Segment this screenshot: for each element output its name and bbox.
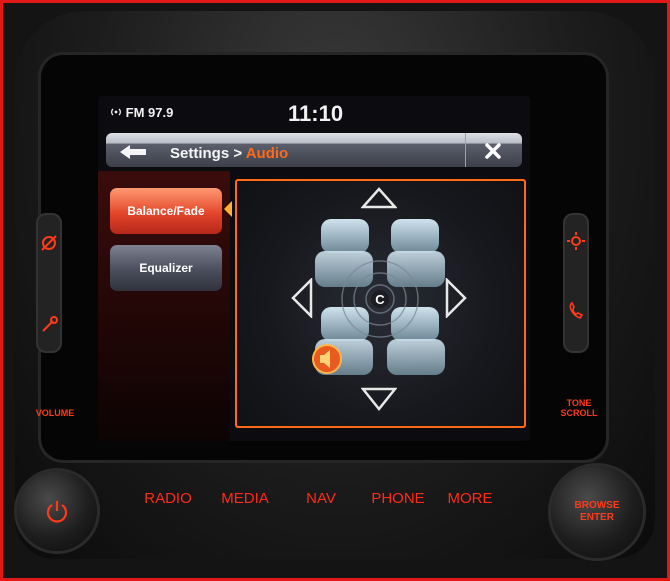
sidebar-item-equalizer[interactable]: Equalizer (110, 245, 222, 291)
photo-frame: VOLUME TONE SCROLL BROWSE ENTER RADIO ME… (0, 0, 670, 581)
sidebar-item-balance-fade[interactable]: Balance/Fade (110, 188, 222, 234)
hardware-button-row: RADIO MEDIA NAV PHONE MORE (118, 479, 513, 519)
clock: 11:10 (288, 101, 344, 126)
radio-button[interactable]: RADIO (136, 479, 200, 519)
status-bar: FM 97.9 11:10 (98, 96, 530, 130)
seat-front-right (387, 219, 445, 287)
screen-off-icon[interactable] (39, 233, 61, 255)
close-icon (485, 143, 501, 159)
signal-icon (111, 108, 121, 116)
seat-front-left (315, 219, 373, 287)
radio-status: FM 97.9 (110, 105, 173, 120)
back-button[interactable] (120, 145, 146, 159)
phone-icon[interactable] (566, 301, 588, 323)
nav-button[interactable]: NAV (296, 479, 346, 519)
cabin-seat-map: C (312, 219, 445, 375)
voice-command-icon[interactable] (39, 315, 61, 337)
volume-label: VOLUME (35, 408, 75, 418)
browse-enter-knob[interactable]: BROWSE ENTER (551, 466, 643, 558)
breadcrumb-current: Audio (245, 145, 289, 162)
breadcrumb: Settings > Audio (170, 145, 288, 162)
active-item-pointer (224, 201, 232, 217)
tone-scroll-label: TONE SCROLL (560, 398, 598, 418)
power-icon (46, 501, 68, 523)
media-button[interactable]: MEDIA (213, 479, 277, 519)
browse-enter-label: BROWSE ENTER (574, 500, 620, 523)
seat-rear-right (387, 307, 445, 375)
radio-station-text: FM 97.9 (125, 105, 174, 120)
balance-fade-panel: C (235, 179, 526, 428)
fade-front-arrow[interactable] (361, 187, 397, 209)
center-label: C (375, 292, 385, 307)
close-button[interactable] (465, 133, 522, 167)
more-button[interactable]: MORE (440, 479, 500, 519)
phone-button[interactable]: PHONE (366, 479, 430, 519)
speaker-position-icon (312, 344, 342, 374)
title-bar: Settings > Audio (106, 133, 522, 167)
touchscreen: FM 97.9 11:10 Settings > Audio Balance/F… (98, 96, 530, 441)
volume-knob[interactable] (17, 471, 97, 551)
breadcrumb-parent: Settings > (170, 145, 246, 162)
back-arrow-icon (120, 145, 146, 159)
brightness-icon[interactable] (566, 231, 588, 253)
